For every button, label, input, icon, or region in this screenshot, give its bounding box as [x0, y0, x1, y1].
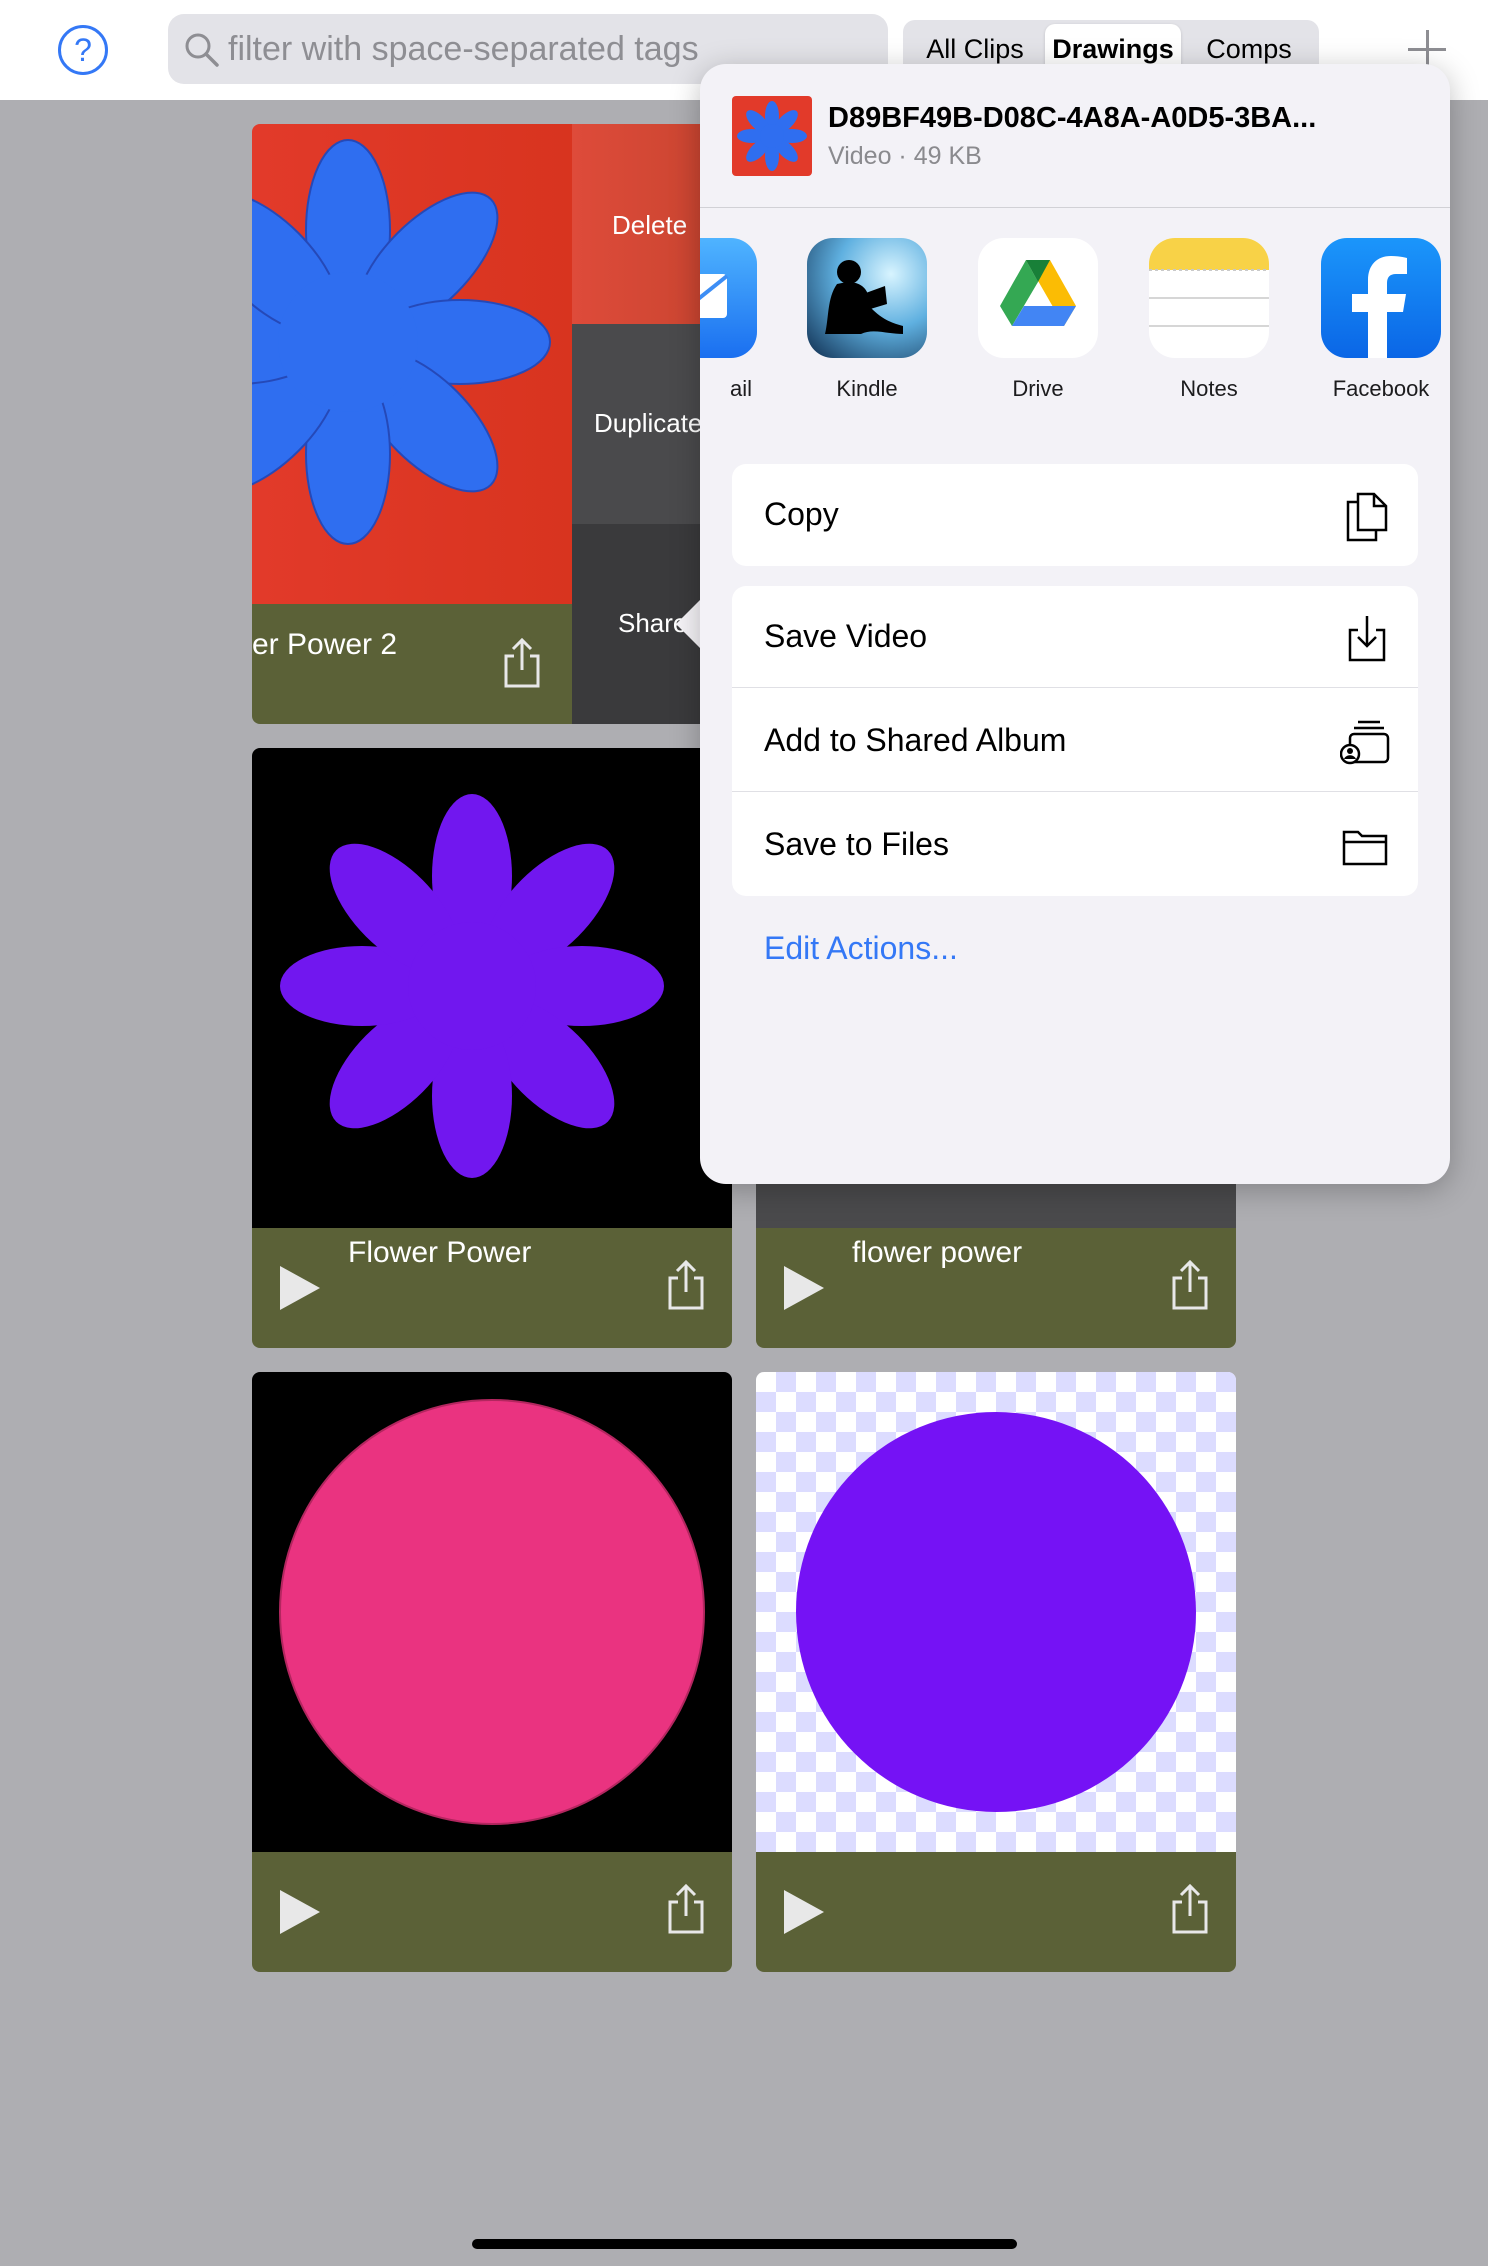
- share-icon[interactable]: [666, 1882, 706, 1936]
- clip-footer: er Power 2: [252, 604, 572, 724]
- kindle-icon: [807, 238, 927, 358]
- clip-thumbnail[interactable]: [252, 1372, 732, 1852]
- save-to-files-action[interactable]: Save to Files: [732, 794, 1418, 896]
- clip-footer: flower power: [756, 1228, 1236, 1348]
- clip-thumbnail[interactable]: [252, 748, 732, 1228]
- share-icon[interactable]: [666, 1258, 706, 1312]
- edit-actions-link[interactable]: Edit Actions...: [764, 930, 958, 967]
- mail-icon: [700, 238, 757, 358]
- share-icon[interactable]: [1170, 1258, 1210, 1312]
- purple-circle-shape: [796, 1412, 1196, 1812]
- play-icon[interactable]: [784, 1266, 824, 1310]
- clip-title: er Power 2: [252, 628, 398, 661]
- blue-flower-icon: [737, 101, 807, 171]
- share-sheet: D89BF49B-D08C-4A8A-A0D5-3BA... Video · 4…: [700, 64, 1450, 1184]
- clip-thumbnail[interactable]: [756, 1372, 1236, 1852]
- shared-album-icon: [1340, 720, 1390, 765]
- play-icon[interactable]: [280, 1266, 320, 1310]
- folder-icon: [1342, 830, 1388, 866]
- save-video-action[interactable]: Save Video: [732, 586, 1418, 688]
- clip-card[interactable]: [252, 1372, 732, 1972]
- clip-title: Flower Power: [348, 1236, 532, 1269]
- clip-footer: [756, 1852, 1236, 1972]
- play-icon[interactable]: [280, 1890, 320, 1934]
- google-drive-icon: [978, 238, 1098, 358]
- clip-footer: Flower Power: [252, 1228, 732, 1348]
- help-button[interactable]: ?: [58, 25, 108, 75]
- blue-flower-shape: [252, 139, 551, 545]
- share-apps-row: ail Kindle Drive Notes Facebook: [700, 208, 1450, 458]
- share-actions-group: Copy: [732, 464, 1418, 566]
- clip-card[interactable]: er Power 2 Delete Duplicate Share: [252, 124, 732, 724]
- file-thumbnail: [732, 96, 812, 176]
- search-icon: [185, 33, 219, 67]
- home-indicator[interactable]: [472, 2239, 1017, 2249]
- file-name: D89BF49B-D08C-4A8A-A0D5-3BA...: [828, 102, 1317, 134]
- copy-action[interactable]: Copy: [732, 464, 1418, 566]
- clip-card[interactable]: Flower Power: [252, 748, 732, 1348]
- purple-flower-shape: [280, 794, 664, 1178]
- save-download-icon: [1348, 616, 1386, 662]
- share-icon[interactable]: [502, 636, 542, 690]
- clip-thumbnail[interactable]: [252, 124, 572, 604]
- clip-title: flower power: [852, 1236, 1023, 1269]
- add-to-shared-album-action[interactable]: Add to Shared Album: [732, 690, 1418, 792]
- pink-circle-shape: [279, 1399, 705, 1825]
- share-sheet-header: D89BF49B-D08C-4A8A-A0D5-3BA... Video · 4…: [700, 64, 1450, 208]
- facebook-icon: [1321, 238, 1441, 358]
- copy-icon: [1346, 492, 1388, 542]
- popover-arrow: [676, 598, 702, 650]
- play-icon[interactable]: [784, 1890, 824, 1934]
- clip-footer: [252, 1852, 732, 1972]
- file-info: Video · 49 KB: [828, 142, 982, 170]
- clip-card[interactable]: [756, 1372, 1236, 1972]
- share-icon[interactable]: [1170, 1882, 1210, 1936]
- notes-icon: [1149, 238, 1269, 358]
- share-actions-group: Save Video Add to Shared Album Save to F…: [732, 586, 1418, 896]
